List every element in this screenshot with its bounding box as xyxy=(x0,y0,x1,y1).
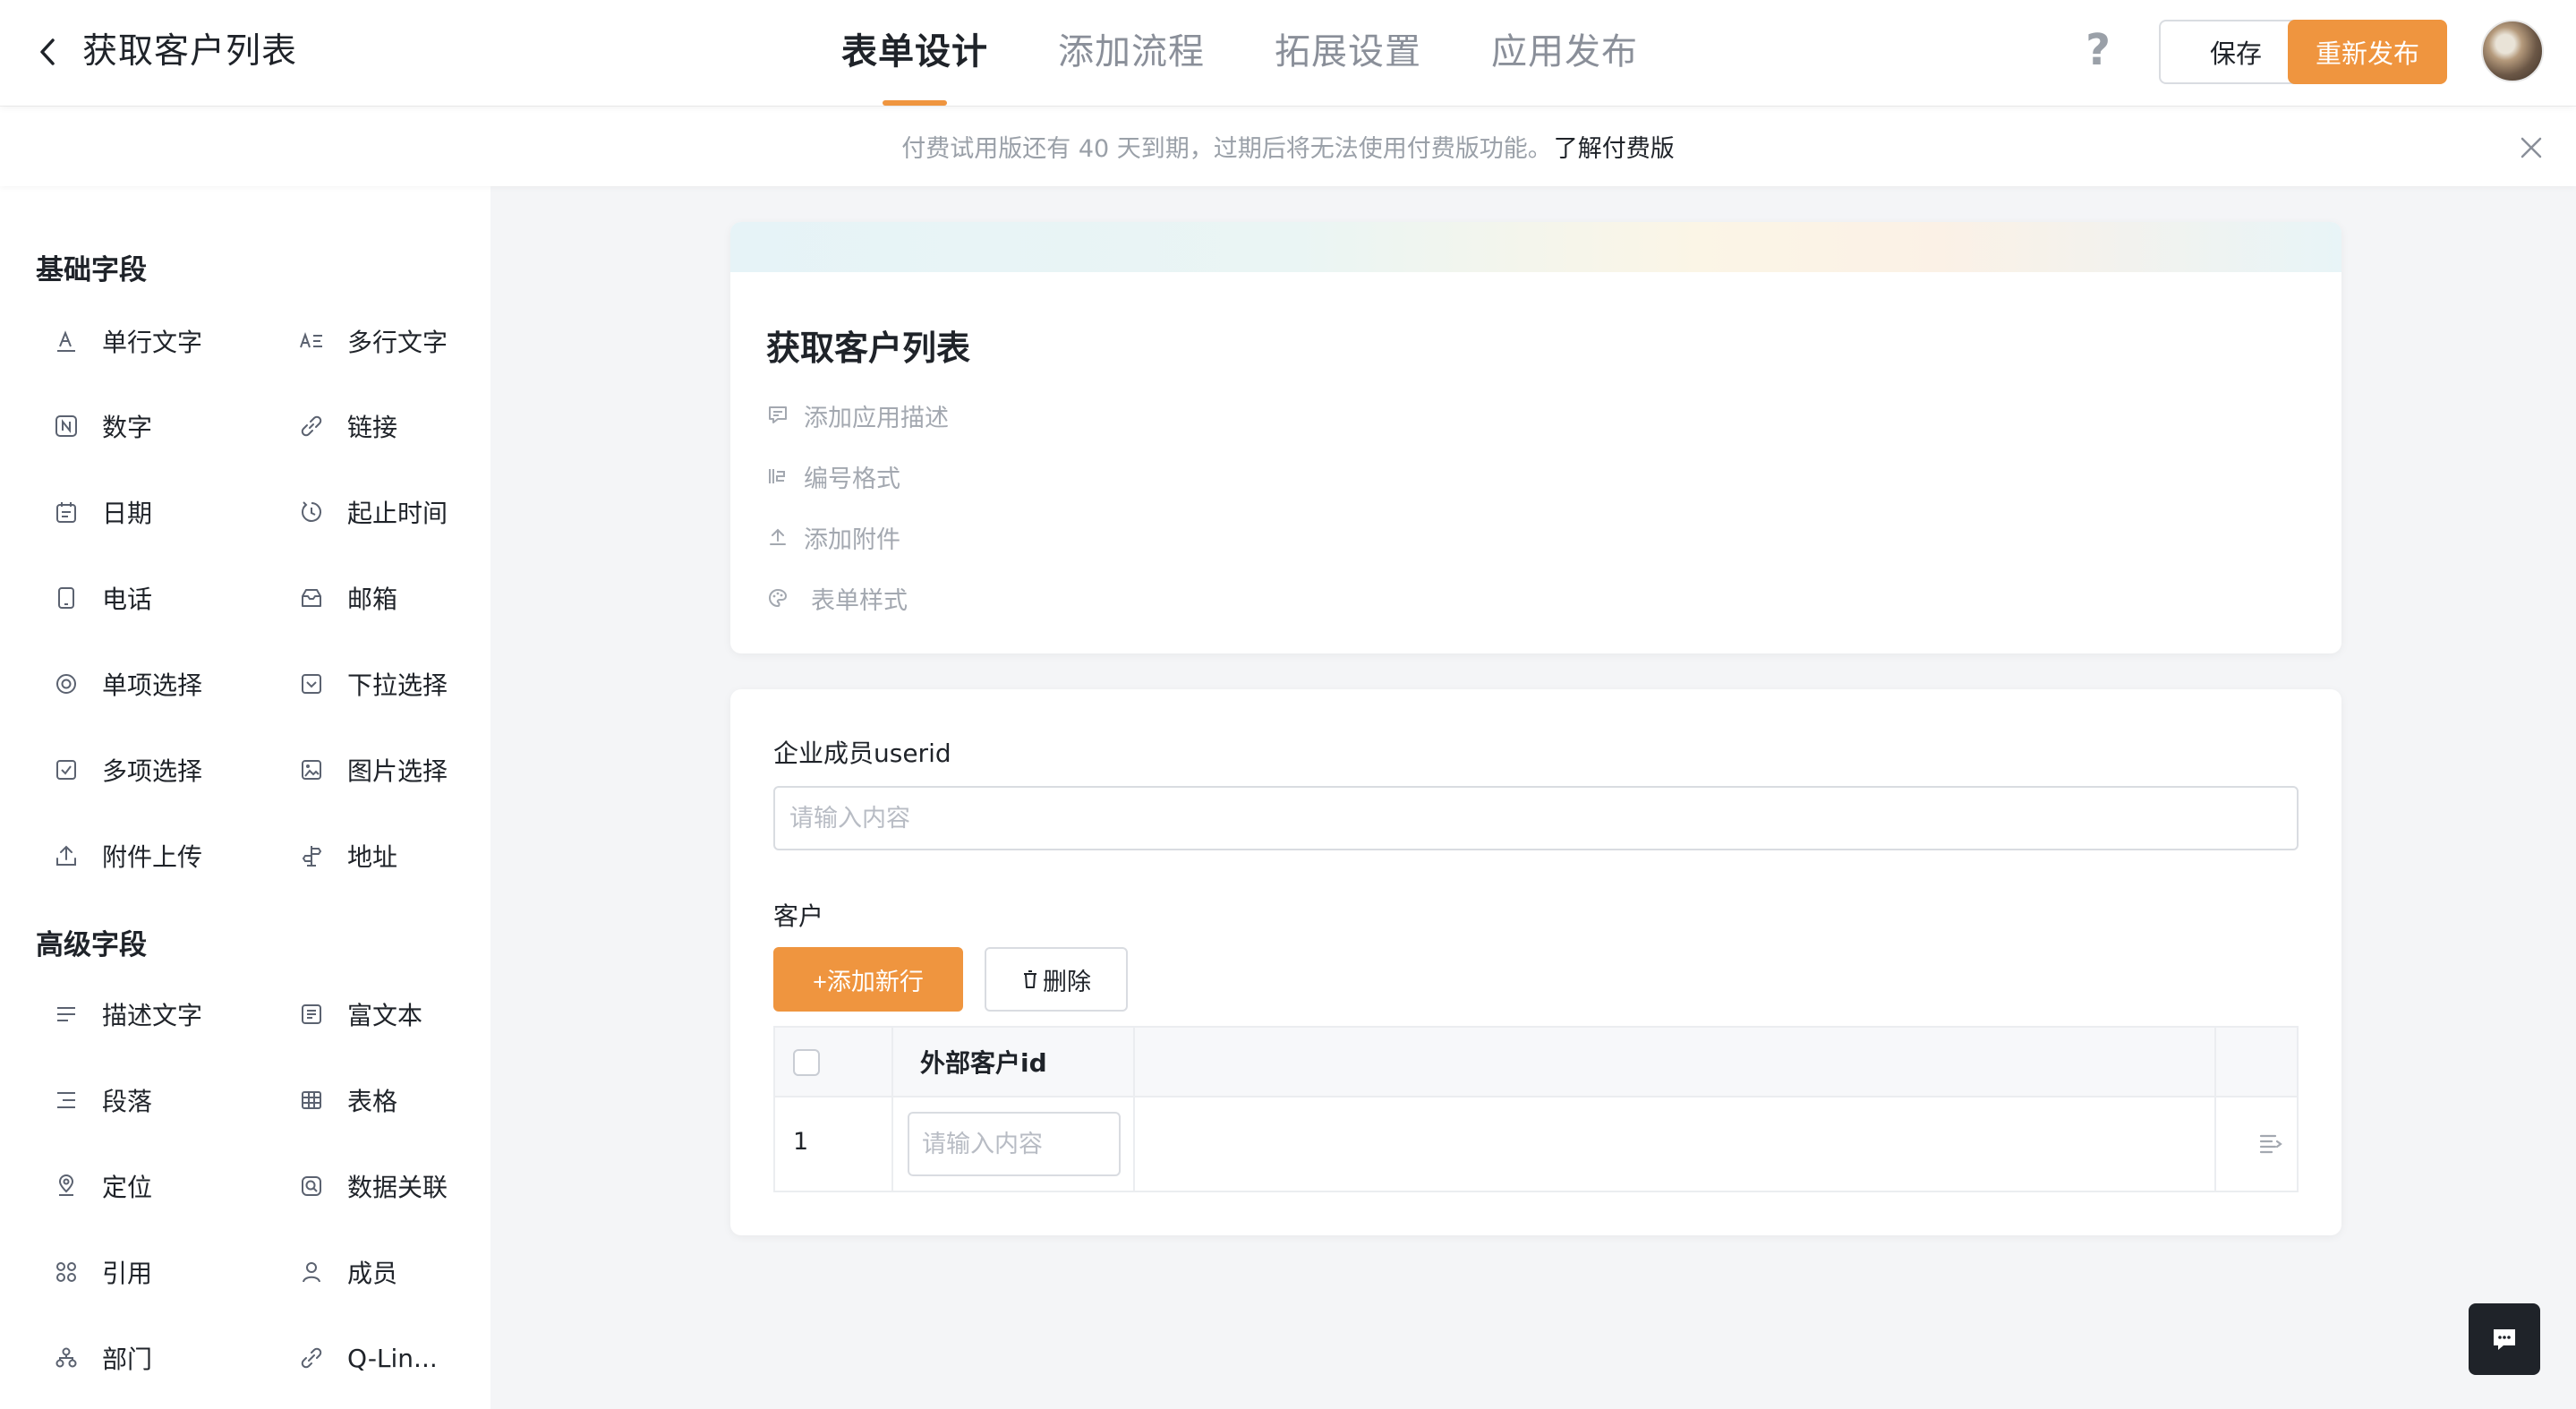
field-dropdown[interactable]: 下拉选择 xyxy=(299,657,490,711)
table-header: 外部客户id xyxy=(775,1028,2297,1097)
tab-add-flow[interactable]: 添加流程 xyxy=(1058,0,1205,106)
rich-text-icon xyxy=(299,1002,324,1027)
field-link[interactable]: 链接 xyxy=(299,399,490,453)
back-icon[interactable] xyxy=(34,34,61,70)
advanced-fields-title: 高级字段 xyxy=(36,929,147,961)
form-banner xyxy=(730,222,2341,272)
link-icon xyxy=(299,414,324,439)
tab-form-design[interactable]: 表单设计 xyxy=(841,0,988,106)
trash-icon xyxy=(1024,970,1036,988)
add-attachment-option[interactable]: 添加附件 xyxy=(766,517,900,557)
form-style-option[interactable]: 表单样式 xyxy=(766,578,908,618)
field-department[interactable]: 部门 xyxy=(54,1331,277,1385)
field-data-link[interactable]: 数据关联 xyxy=(299,1159,490,1213)
field-table[interactable]: 表格 xyxy=(299,1073,490,1127)
row-index: 1 xyxy=(793,1128,809,1156)
external-customer-id-input[interactable] xyxy=(908,1112,1121,1176)
field-time-range[interactable]: 起止时间 xyxy=(299,485,490,539)
avatar[interactable] xyxy=(2481,20,2544,82)
field-date[interactable]: 日期 xyxy=(54,485,277,539)
external-customer-id-header: 外部客户id xyxy=(920,1048,1047,1078)
field-number[interactable]: 数字 xyxy=(54,399,277,453)
numbering-icon xyxy=(766,465,789,488)
paragraph-icon xyxy=(54,1088,79,1113)
form-body-card: 企业成员userid 客户 +添加新行 删除 外部客户id 1 xyxy=(730,689,2341,1235)
help-icon[interactable]: ? xyxy=(2078,25,2118,75)
member-icon xyxy=(299,1260,324,1285)
field-image-select[interactable]: 图片选择 xyxy=(299,743,490,797)
field-palette-sidebar: 基础字段 单行文字 多行文字 数字 链接 日期 起止时间 电话 邮箱 单项选择 … xyxy=(0,186,490,1409)
top-bar: 获取客户列表 表单设计 添加流程 拓展设置 应用发布 ? 保存 重新发布 xyxy=(0,0,2576,106)
field-radio[interactable]: 单项选择 xyxy=(54,657,277,711)
tab-bar: 表单设计 添加流程 拓展设置 应用发布 xyxy=(841,0,1708,106)
reference-icon xyxy=(54,1260,79,1285)
tab-app-publish[interactable]: 应用发布 xyxy=(1491,0,1638,106)
upload-icon xyxy=(54,843,79,868)
comment-icon xyxy=(766,404,789,427)
image-icon xyxy=(299,757,324,782)
close-icon[interactable] xyxy=(2513,130,2549,166)
field-description[interactable]: 描述文字 xyxy=(54,987,277,1041)
field-single-line-text[interactable]: 单行文字 xyxy=(54,314,277,368)
userid-input[interactable] xyxy=(773,786,2299,850)
row-detail-icon[interactable] xyxy=(2256,1128,2286,1158)
numbering-format-option[interactable]: 编号格式 xyxy=(766,457,900,496)
trial-notice-bar: 付费试用版还有 40 天到期，过期后将无法使用付费版功能。 了解付费版 xyxy=(0,106,2576,186)
app-title: 获取客户列表 xyxy=(82,31,298,72)
q-link-icon xyxy=(299,1345,324,1371)
location-icon xyxy=(54,1174,79,1199)
delete-button[interactable]: 删除 xyxy=(985,947,1128,1012)
attach-icon xyxy=(766,525,789,549)
multi-line-text-icon xyxy=(299,329,324,354)
userid-field-label: 企业成员userid xyxy=(773,739,951,768)
field-multi-line-text[interactable]: 多行文字 xyxy=(299,314,490,368)
checkbox-icon xyxy=(54,757,79,782)
phone-icon xyxy=(54,585,79,611)
basic-fields-title: 基础字段 xyxy=(36,254,147,286)
select-all-checkbox[interactable] xyxy=(793,1049,820,1076)
learn-paid-link[interactable]: 了解付费版 xyxy=(1554,129,1675,164)
field-mail[interactable]: 邮箱 xyxy=(299,571,490,625)
add-description-option[interactable]: 添加应用描述 xyxy=(766,396,949,435)
address-icon xyxy=(299,843,324,868)
single-line-text-icon xyxy=(54,329,79,354)
customer-subtable: 外部客户id 1 xyxy=(773,1026,2299,1192)
tab-extension-settings[interactable]: 拓展设置 xyxy=(1275,0,1421,106)
field-address[interactable]: 地址 xyxy=(299,829,490,883)
field-rich-text[interactable]: 富文本 xyxy=(299,987,490,1041)
mail-icon xyxy=(299,585,324,611)
form-header-card: 获取客户列表 添加应用描述 编号格式 添加附件 表单样式 xyxy=(730,222,2341,653)
palette-icon xyxy=(766,586,789,610)
field-member[interactable]: 成员 xyxy=(299,1245,490,1299)
field-phone[interactable]: 电话 xyxy=(54,571,277,625)
dropdown-icon xyxy=(299,671,324,696)
time-range-icon xyxy=(299,500,324,525)
number-icon xyxy=(54,414,79,439)
field-location[interactable]: 定位 xyxy=(54,1159,277,1213)
chat-support-button[interactable] xyxy=(2469,1303,2540,1375)
republish-button[interactable]: 重新发布 xyxy=(2288,20,2447,84)
field-reference[interactable]: 引用 xyxy=(54,1245,277,1299)
field-paragraph[interactable]: 段落 xyxy=(54,1073,277,1127)
department-icon xyxy=(54,1345,79,1371)
data-link-icon xyxy=(299,1174,324,1199)
customer-field-label: 客户 xyxy=(773,901,824,931)
notice-text: 付费试用版还有 40 天到期，过期后将无法使用付费版功能。 xyxy=(901,135,1552,163)
date-icon xyxy=(54,500,79,525)
field-upload[interactable]: 附件上传 xyxy=(54,829,277,883)
field-q-link[interactable]: Q-Lin... xyxy=(299,1331,490,1385)
form-title[interactable]: 获取客户列表 xyxy=(766,320,970,370)
description-icon xyxy=(54,1002,79,1027)
chat-icon xyxy=(2494,1329,2515,1350)
field-checkbox[interactable]: 多项选择 xyxy=(54,743,277,797)
add-row-button[interactable]: +添加新行 xyxy=(773,947,963,1012)
table-icon xyxy=(299,1088,324,1113)
radio-icon xyxy=(54,671,79,696)
